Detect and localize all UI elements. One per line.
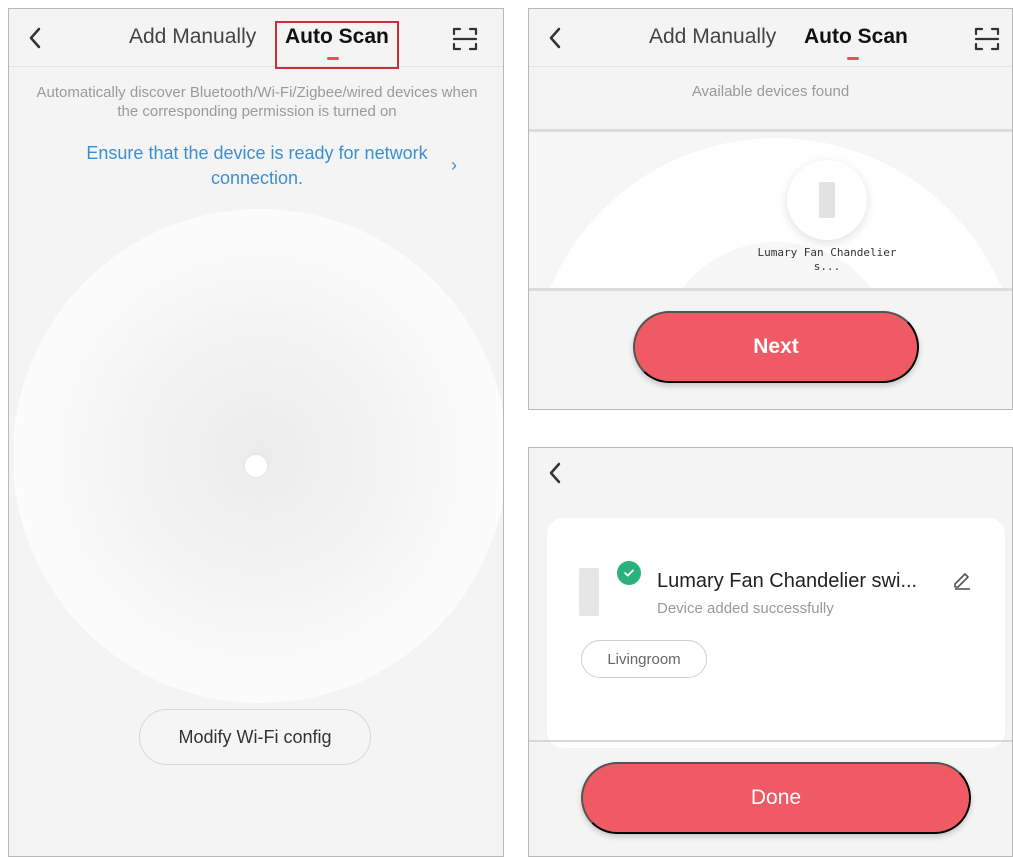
found-screen: Add Manually Auto Scan Available devices… bbox=[528, 8, 1013, 410]
done-button[interactable]: Done bbox=[581, 762, 971, 834]
tab-auto-scan[interactable]: Auto Scan bbox=[804, 25, 908, 49]
tab-add-manually[interactable]: Add Manually bbox=[129, 25, 256, 49]
device-status: Device added successfully bbox=[657, 600, 834, 617]
next-button[interactable]: Next bbox=[633, 311, 919, 383]
back-icon[interactable] bbox=[543, 23, 569, 53]
top-bar: Add Manually Auto Scan bbox=[529, 9, 1012, 67]
ensure-device-ready-link[interactable]: Ensure that the device is ready for netw… bbox=[39, 141, 475, 191]
device-card bbox=[547, 518, 1005, 748]
top-bar bbox=[529, 448, 1012, 500]
tab-add-manually[interactable]: Add Manually bbox=[649, 25, 776, 49]
done-screen: Lumary Fan Chandelier swi... Device adde… bbox=[528, 447, 1013, 857]
divider bbox=[529, 740, 1012, 742]
pencil-icon[interactable] bbox=[951, 568, 973, 590]
chevron-right-icon[interactable]: › bbox=[451, 155, 457, 176]
highlight-box bbox=[275, 21, 399, 69]
back-icon[interactable] bbox=[543, 458, 569, 488]
radar-center-dot bbox=[245, 455, 267, 477]
scan-icon[interactable] bbox=[451, 25, 479, 53]
available-devices-text: Available devices found bbox=[691, 83, 850, 100]
modify-wifi-config-button[interactable]: Modify Wi-Fi config bbox=[139, 709, 371, 765]
room-chip[interactable]: Livingroom bbox=[581, 640, 707, 678]
scan-icon[interactable] bbox=[973, 25, 1001, 53]
switch-device-icon bbox=[579, 568, 599, 616]
switch-device-icon bbox=[819, 182, 835, 218]
found-device-label[interactable]: Lumary Fan Chandelier s... bbox=[757, 246, 897, 274]
top-bar: Add Manually Auto Scan bbox=[9, 9, 503, 67]
active-tab-indicator bbox=[847, 57, 859, 60]
check-icon bbox=[617, 561, 641, 585]
back-icon[interactable] bbox=[23, 23, 49, 53]
device-name: Lumary Fan Chandelier swi... bbox=[657, 570, 918, 592]
radar-band: Lumary Fan Chandelier s... bbox=[529, 129, 1012, 291]
scan-screen: Add Manually Auto Scan Automatically dis… bbox=[8, 8, 504, 857]
scan-hint: Automatically discover Bluetooth/Wi-Fi/Z… bbox=[36, 84, 478, 120]
